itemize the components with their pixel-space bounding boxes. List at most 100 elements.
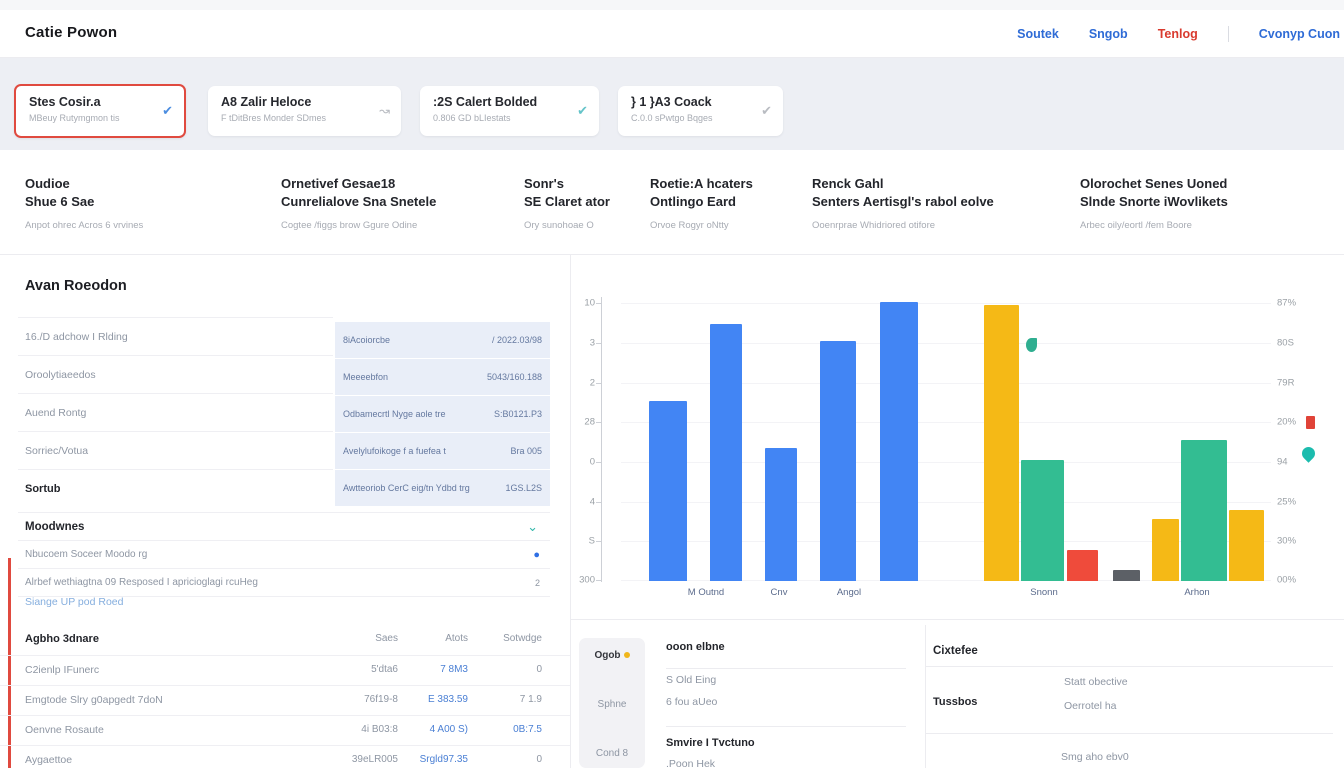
x-axis-tick-label: Cnv bbox=[771, 587, 788, 598]
nav-link-sngob[interactable]: Sngob bbox=[1089, 27, 1128, 41]
stat-card-subtitle: C.0.0 sPwtgo Bqges bbox=[631, 113, 771, 123]
mini-table-row[interactable]: Awtteoriob CerC eig/tn Ydbd trg1GS.L2S bbox=[335, 470, 550, 506]
tab-rail: Ogob Sphne Cond 8 bbox=[579, 638, 645, 768]
chart-bar[interactable] bbox=[820, 341, 856, 581]
nav-separator bbox=[1228, 26, 1229, 42]
feature-subtitle: Cogtee /figgs brow Ggure Odine bbox=[281, 220, 436, 231]
feature-item: Roetie:A hcatersOntlingo EardOrvoe Rogyr… bbox=[650, 175, 753, 231]
x-axis-tick-label: Snonn bbox=[1030, 587, 1057, 598]
overview-row[interactable]: 16./D adchow I Rlding bbox=[18, 317, 333, 355]
tab-ogob[interactable]: Ogob bbox=[579, 650, 645, 661]
chevron-down-icon[interactable]: ⌄ bbox=[527, 519, 550, 535]
tab-content-heading2: Smvire I Tvctuno bbox=[666, 737, 755, 749]
nav-link-cvonyp-cuon[interactable]: Cvonyp Cuon bbox=[1259, 27, 1340, 41]
mini-table-row[interactable]: Odbamecrtl Nyge aole treS:B0121.P3 bbox=[335, 396, 550, 432]
feature-title: Ornetivef Gesae18Cunrelialove Sna Snetel… bbox=[281, 175, 436, 211]
chart-bar[interactable] bbox=[710, 324, 742, 581]
mini-table-label: Awtteoriob CerC eig/tn Ydbd trg bbox=[343, 483, 470, 493]
module-row[interactable]: Nbucoem Soceer Moodo rg ● bbox=[18, 540, 550, 568]
feature-subtitle: Ory sunohoae O bbox=[524, 220, 610, 231]
chart-bar[interactable] bbox=[1229, 510, 1264, 581]
y-axis-tick-label-right: 20% bbox=[1277, 417, 1296, 428]
table-row[interactable]: C2ienlp IFunerc5'dta67 8M30 bbox=[0, 655, 570, 685]
view-report-link[interactable]: Siange UP pod Roed bbox=[25, 596, 123, 608]
overview-row-label: Sortub bbox=[18, 483, 60, 495]
table-row[interactable]: Aygaettoe39eLR005Srgld97.350 bbox=[0, 745, 570, 768]
feature-title-line2: Cunrelialove Sna Snetele bbox=[281, 193, 436, 211]
overview-row[interactable]: Auend Rontg bbox=[18, 393, 333, 431]
table-cell: 39eLR005 bbox=[318, 754, 398, 765]
stat-card[interactable]: :2S Calert Bolded0.806 GD bLIestats✔ bbox=[420, 86, 599, 136]
right-panel-footer: Smg aho ebv0 bbox=[1061, 751, 1129, 763]
feature-title-line1: Sonr's bbox=[524, 175, 610, 193]
chart-bar[interactable] bbox=[1113, 570, 1140, 581]
tab-sphne[interactable]: Sphne bbox=[579, 699, 645, 710]
chart-bar[interactable] bbox=[1181, 440, 1227, 581]
divider bbox=[666, 668, 906, 669]
chart-bar[interactable] bbox=[1067, 550, 1098, 581]
chart-bar[interactable] bbox=[649, 401, 687, 581]
table-row[interactable]: Oenvne Rosaute4i B03:84 A00 S)0B:7.5 bbox=[0, 715, 570, 745]
stat-card[interactable]: } 1 }A3 CoackC.0.0 sPwtgo Bqges✔ bbox=[618, 86, 783, 136]
leaf-icon bbox=[1026, 338, 1037, 352]
blue-dot-icon: ● bbox=[533, 549, 550, 561]
right-panel-value: Oerrotel ha bbox=[1064, 700, 1117, 712]
feature-title: OudioeShue 6 Sae bbox=[25, 175, 143, 211]
module-row[interactable]: Alrbef wethiagtna 09 Resposed I apriciog… bbox=[18, 568, 550, 596]
app-logo: Catie Powon bbox=[25, 24, 117, 41]
swoosh-icon: ↝ bbox=[379, 103, 390, 119]
axis-tick bbox=[596, 580, 601, 581]
x-axis-tick-label: Angol bbox=[837, 587, 861, 598]
mini-table-row[interactable]: Meeeebfon5043/160.188 bbox=[335, 359, 550, 395]
top-nav: Soutek Sngob Tenlog Cvonyp Cuon bbox=[1017, 10, 1344, 58]
y-axis-tick-label-right: 25% bbox=[1277, 497, 1296, 508]
right-panel-row-label: Tussbos bbox=[933, 696, 977, 708]
stat-card[interactable]: Stes Cosir.aMBeuy Rutymgmon tis✔ bbox=[14, 84, 186, 138]
feature-title-line1: Oudioe bbox=[25, 175, 143, 193]
bottom-right-panel: Cixtefee Statt obective Tussbos Oerrotel… bbox=[925, 625, 1344, 768]
mini-table-row[interactable]: 8iAcoiorcbe/ 2022.03/98 bbox=[335, 322, 550, 358]
stat-card-subtitle: MBeuy Rutymgmon tis bbox=[29, 113, 172, 123]
y-axis-tick-label-right: 30% bbox=[1277, 536, 1296, 547]
chart-bar[interactable] bbox=[1152, 519, 1179, 581]
feature-subtitle: Anpot ohrec Acros 6 vrvines bbox=[25, 220, 143, 231]
stat-card-title: :2S Calert Bolded bbox=[433, 95, 587, 109]
overview-row[interactable]: Oroolytiaeedos bbox=[18, 355, 333, 393]
stat-card-subtitle: F tDitBres Monder SDmes bbox=[221, 113, 389, 123]
modules-title: Moodwnes bbox=[18, 521, 84, 533]
overview-mini-table: 8iAcoiorcbe/ 2022.03/98Meeeebfon5043/160… bbox=[335, 322, 550, 507]
table-row[interactable]: Emgtode Slry g0apgedt 7doN76f19-8E 383.5… bbox=[0, 685, 570, 715]
chart-bar[interactable] bbox=[1021, 460, 1064, 581]
teal-droplet-marker bbox=[1299, 444, 1317, 462]
feature-subtitle: Arbec oily/eortl /fem Boore bbox=[1080, 220, 1228, 231]
module-row-label: Alrbef wethiagtna 09 Resposed I apriciog… bbox=[18, 577, 258, 588]
red-square-marker bbox=[1306, 416, 1315, 429]
chart-bar[interactable] bbox=[880, 302, 918, 581]
bar-chart-panel: 1087%380S279R2820%094425%S30%30000%M Out… bbox=[570, 255, 1344, 620]
stat-card[interactable]: A8 Zalir HeloceF tDitBres Monder SDmes↝ bbox=[208, 86, 401, 136]
module-row-label: Nbucoem Soceer Moodo rg bbox=[18, 549, 147, 560]
nav-link-tenlog[interactable]: Tenlog bbox=[1158, 27, 1198, 41]
mini-table-value: / 2022.03/98 bbox=[486, 335, 542, 345]
table-cell: E 383.59 bbox=[388, 694, 468, 705]
tab-cond-8[interactable]: Cond 8 bbox=[579, 748, 645, 759]
chart-bar[interactable] bbox=[984, 305, 1019, 581]
table-cell-name: Oenvne Rosaute bbox=[25, 724, 104, 736]
feature-item: Ornetivef Gesae18Cunrelialove Sna Snetel… bbox=[281, 175, 436, 231]
top-strip bbox=[0, 0, 1344, 10]
overview-row[interactable]: Sorriec/Votua bbox=[18, 431, 333, 469]
table-cell: 0 bbox=[476, 754, 542, 765]
right-panel-title: Cixtefee bbox=[933, 645, 978, 657]
axis-tick bbox=[596, 462, 601, 463]
axis-tick bbox=[596, 502, 601, 503]
overview-row[interactable]: Sortub bbox=[18, 469, 333, 507]
mini-table-row[interactable]: Avelylufoikoge f a fuefea tBra 005 bbox=[335, 433, 550, 469]
table-cell: 4 A00 S) bbox=[388, 724, 468, 735]
modules-header-row[interactable]: Moodwnes ⌄ bbox=[18, 512, 550, 540]
overview-row-label: Auend Rontg bbox=[18, 407, 86, 419]
mini-table-label: Meeeebfon bbox=[343, 372, 388, 382]
feature-title: Renck GahlSenters Aertisgl's rabol eolve bbox=[812, 175, 994, 211]
nav-link-soutek[interactable]: Soutek bbox=[1017, 27, 1059, 41]
chart-bar[interactable] bbox=[765, 448, 797, 581]
divider bbox=[666, 726, 906, 727]
